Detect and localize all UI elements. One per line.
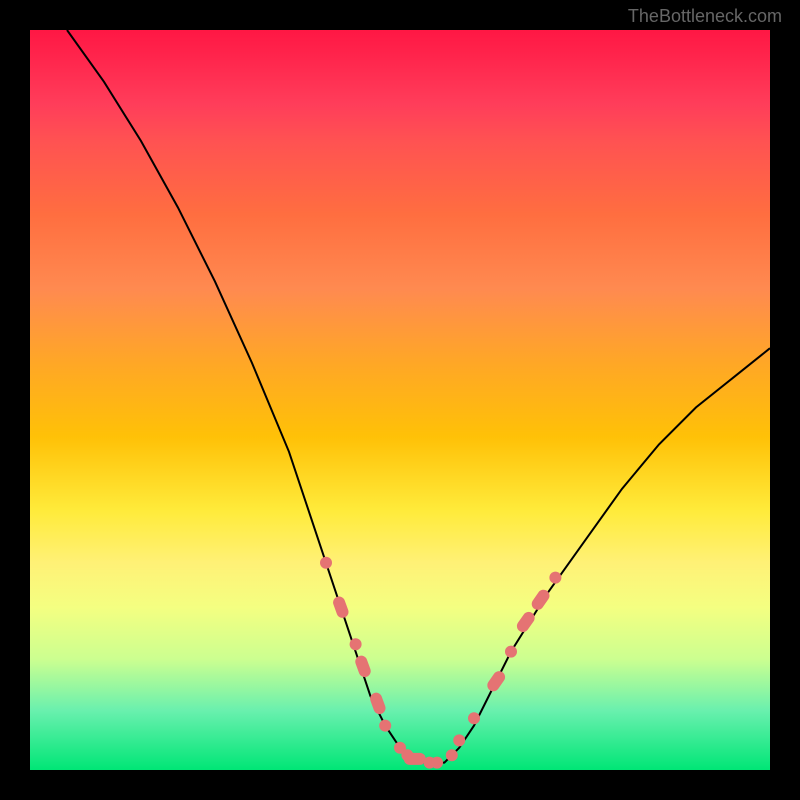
bottleneck-curve bbox=[67, 30, 770, 763]
marker-dot bbox=[453, 734, 465, 746]
marker-dash bbox=[354, 654, 373, 679]
chart-plot-area bbox=[30, 30, 770, 770]
marker-dot bbox=[446, 749, 458, 761]
marker-dash bbox=[368, 691, 387, 716]
marker-dot bbox=[505, 646, 517, 658]
marker-dot bbox=[379, 720, 391, 732]
marker-dash bbox=[515, 610, 537, 635]
marker-dot bbox=[431, 757, 443, 769]
curve-markers bbox=[320, 557, 561, 769]
chart-svg bbox=[30, 30, 770, 770]
marker-dash bbox=[404, 753, 426, 765]
watermark-text: TheBottleneck.com bbox=[628, 6, 782, 27]
marker-dot bbox=[549, 572, 561, 584]
marker-dash bbox=[331, 595, 350, 620]
marker-dot bbox=[320, 557, 332, 569]
marker-dot bbox=[468, 712, 480, 724]
marker-dot bbox=[350, 638, 362, 650]
marker-dash bbox=[485, 669, 507, 694]
